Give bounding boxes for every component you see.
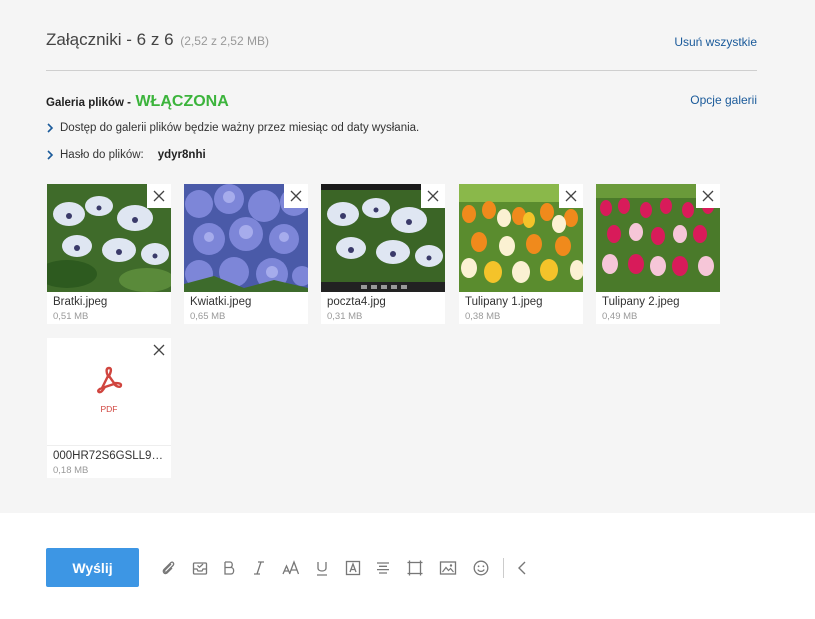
attachment-size: 0,38 MB [465,311,501,322]
attachment-size: 0,65 MB [190,311,226,322]
attachments-size: (2,52 z 2,52 MB) [180,34,269,48]
access-info-text: Dostęp do galerii plików będzie ważny pr… [60,122,420,134]
attachment-name: Kwiatki.jpeg [190,296,252,308]
collapse-toolbar-button[interactable] [511,557,533,579]
inbox-check-icon [192,562,208,575]
paperclip-icon [162,561,175,575]
bold-icon [224,561,235,575]
attachments-title: Załączniki - 6 z 6 (2,52 z 2,52 MB) [46,30,269,50]
attachments-header: Załączniki - 6 z 6 (2,52 z 2,52 MB) Usuń… [46,30,757,56]
attachment-tile[interactable]: Kwiatki.jpeg 0,65 MB [184,184,308,324]
remove-attachment-button[interactable] [147,338,171,362]
file-type-label: PDF [100,404,118,414]
gallery-label: Galeria plików - [46,97,131,109]
close-icon [153,344,165,356]
compose-toolbar: Wyślij [46,548,139,587]
underline-button[interactable] [311,557,333,579]
attachment-tile[interactable]: poczta4.jpg 0,31 MB [321,184,445,324]
chevron-right-icon [46,123,60,133]
attachment-name: poczta4.jpg [327,296,386,308]
attachment-size: 0,49 MB [602,311,638,322]
close-icon [290,190,302,202]
text-color-button[interactable] [342,557,364,579]
attachment-size: 0,51 MB [53,311,89,322]
chevron-left-icon [518,561,526,575]
font-size-icon [282,560,300,575]
inbox-button[interactable] [189,557,211,579]
attachment-size: 0,18 MB [53,465,89,476]
attachment-name: Bratki.jpeg [53,296,108,308]
password-line: Hasło do plików: ydyr8nhi [46,147,206,163]
font-size-button[interactable] [280,557,302,579]
emoji-icon [473,560,489,576]
password-label: Hasło do plików: [60,149,144,161]
align-button[interactable] [372,557,394,579]
attachment-name: Tulipany 2.jpeg [602,296,680,308]
italic-button[interactable] [248,557,270,579]
attachment-name: 000HR72S6GSLL9G... [53,450,167,462]
close-icon [153,190,165,202]
gallery-options-link[interactable]: Opcje galerii [690,93,757,107]
attachments-count: Załączniki - 6 z 6 [46,30,174,49]
gallery-status: WŁĄCZONA [135,93,229,110]
attachment-size: 0,31 MB [327,311,363,322]
remove-attachment-button[interactable] [284,184,308,208]
toolbar-separator [503,558,504,578]
remove-attachment-button[interactable] [421,184,445,208]
pdf-icon [97,366,123,394]
send-button[interactable]: Wyślij [46,548,139,587]
attachments-panel: Załączniki - 6 z 6 (2,52 z 2,52 MB) Usuń… [0,0,815,513]
password-value: ydyr8nhi [157,149,206,161]
close-icon [702,190,714,202]
chevron-right-icon [46,150,60,160]
remove-attachment-button[interactable] [147,184,171,208]
close-icon [427,190,439,202]
header-divider [46,70,757,71]
remove-all-link[interactable]: Usuń wszystkie [674,35,757,49]
bold-button[interactable] [218,557,240,579]
align-center-icon [377,562,389,574]
attachment-tile[interactable]: Tulipany 2.jpeg 0,49 MB [596,184,720,324]
italic-icon [254,561,264,575]
emoji-button[interactable] [470,557,492,579]
attachment-tile[interactable]: PDF 000HR72S6GSLL9G... 0,18 MB [47,338,171,478]
insert-image-button[interactable] [437,557,459,579]
attach-button[interactable] [157,557,179,579]
attachment-name: Tulipany 1.jpeg [465,296,543,308]
text-color-icon [345,560,361,576]
attachment-tile[interactable]: Bratki.jpeg 0,51 MB [47,184,171,324]
remove-attachment-button[interactable] [559,184,583,208]
attachment-tile[interactable]: Tulipany 1.jpeg 0,38 MB [459,184,583,324]
underline-icon [317,562,327,576]
remove-attachment-button[interactable] [696,184,720,208]
crop-icon [407,560,423,576]
close-icon [565,190,577,202]
crop-button[interactable] [404,557,426,579]
gallery-row: Galeria plików - WŁĄCZONA Opcje galerii [46,93,757,110]
image-icon [439,561,457,575]
access-info-line: Dostęp do galerii plików będzie ważny pr… [46,120,419,136]
